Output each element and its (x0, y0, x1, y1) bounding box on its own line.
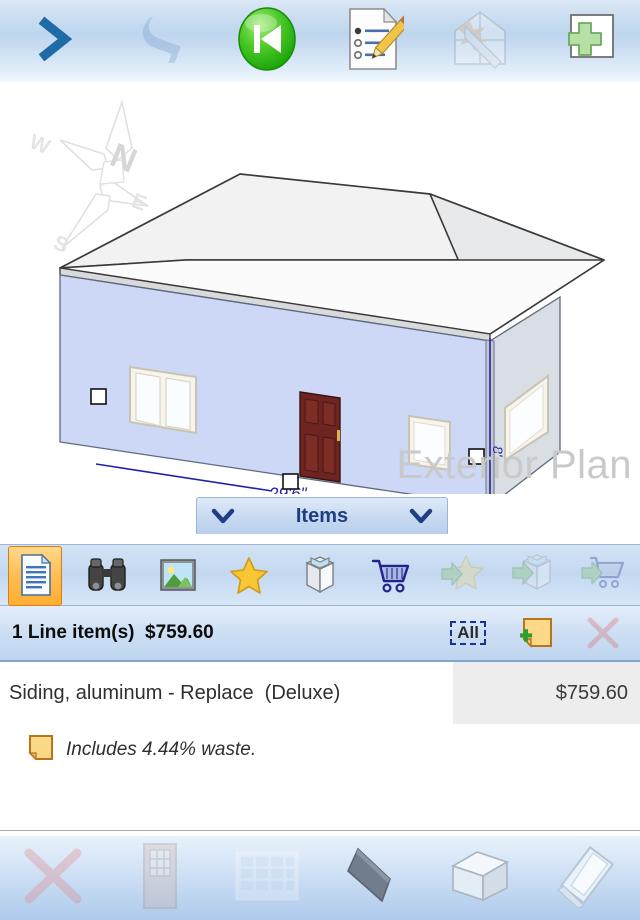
line-item-description: Siding, aluminum - Replace (Deluxe) (9, 681, 341, 704)
app-root: N W E S 8' Exterior Plan Items 1 Line it… (0, 0, 640, 920)
dimension-grip-front[interactable] (282, 473, 299, 490)
top-toolbar (0, 0, 640, 83)
line-item-price: $759.60 (452, 662, 640, 724)
restart-button[interactable] (213, 0, 320, 82)
line-item-note-text: Includes 4.44% waste. (66, 739, 257, 760)
glass-pane-icon (554, 844, 620, 913)
house-3d-model[interactable]: N W E S 8' (0, 82, 640, 494)
compass-west-label: W (26, 130, 53, 159)
house-wand-icon (447, 6, 513, 77)
items-tab-header[interactable]: Items (196, 497, 448, 534)
line-item-list: Siding, aluminum - Replace (Deluxe) $759… (0, 662, 640, 830)
edit-document-icon (342, 4, 413, 79)
cart-tab-button[interactable] (356, 544, 427, 606)
close-x-icon (21, 845, 85, 912)
forward-button[interactable] (0, 0, 107, 82)
plan-watermark: Exterior Plan (396, 443, 632, 487)
star-add-icon (440, 553, 484, 598)
add-macro-button[interactable] (498, 544, 569, 606)
bottom-toolbar (0, 836, 640, 920)
close-button[interactable] (0, 836, 107, 920)
plan-canvas[interactable]: N W E S 8' Exterior Plan (0, 82, 640, 494)
roof-tool-button[interactable] (320, 836, 427, 920)
undo-icon (134, 14, 186, 68)
add-note-icon (520, 618, 552, 648)
delete-item-button[interactable] (584, 614, 622, 652)
summary-label: 1 Line item(s) $759.60 (12, 622, 214, 643)
edit-estimate-button[interactable] (320, 0, 427, 82)
door-handle (337, 430, 340, 441)
chevron-down-icon-left[interactable] (211, 506, 235, 526)
add-to-favorites-button[interactable] (427, 544, 498, 606)
block-tool-button[interactable] (427, 836, 534, 920)
add-to-cart-button[interactable] (569, 544, 640, 606)
undo-button[interactable] (107, 0, 214, 82)
add-room-button[interactable] (533, 0, 640, 82)
macros-tab-button[interactable] (284, 544, 355, 606)
window-pane-b (165, 377, 191, 431)
search-tab-button[interactable] (71, 544, 142, 606)
note-icon (27, 734, 55, 767)
line-item-note-row[interactable]: Includes 4.44% waste. (0, 724, 640, 776)
items-tab-label: Items (295, 504, 349, 527)
photos-tab-button[interactable] (142, 544, 213, 606)
roof-slab-icon (338, 843, 408, 914)
table-row[interactable]: Siding, aluminum - Replace (Deluxe) $759… (0, 662, 640, 724)
compass-east-label: E (128, 189, 150, 216)
door-icon (141, 841, 179, 916)
dimension-grip-left[interactable] (90, 388, 107, 405)
auto-build-button[interactable] (427, 0, 534, 82)
cart-add-icon (581, 553, 627, 598)
add-room-icon (555, 7, 619, 76)
cube-icon (447, 846, 513, 911)
door-panel-3 (304, 433, 319, 473)
chevron-down-icon-right[interactable] (409, 506, 433, 526)
favorites-tab-button[interactable] (213, 544, 284, 606)
door-panel-4 (322, 436, 336, 475)
door-panel-1 (304, 398, 319, 425)
items-summary-bar: 1 Line item(s) $759.60 All (0, 606, 640, 662)
window-pane-a (135, 372, 161, 427)
line-items-tab-button[interactable] (0, 544, 71, 606)
delete-x-icon (587, 617, 619, 649)
glass-tool-button[interactable] (533, 836, 640, 920)
box-add-icon (511, 552, 555, 599)
door-panel-2 (322, 401, 336, 427)
select-all-button[interactable]: All (450, 620, 486, 646)
forward-chevron-icon (31, 14, 75, 69)
compass-south-label: S (50, 231, 72, 258)
skip-to-start-icon (234, 4, 300, 79)
add-note-button[interactable] (520, 616, 554, 650)
window-grid-icon (234, 850, 300, 907)
door-tool-button[interactable] (107, 836, 214, 920)
window-tool-button[interactable] (213, 836, 320, 920)
items-icon-strip (0, 544, 640, 606)
